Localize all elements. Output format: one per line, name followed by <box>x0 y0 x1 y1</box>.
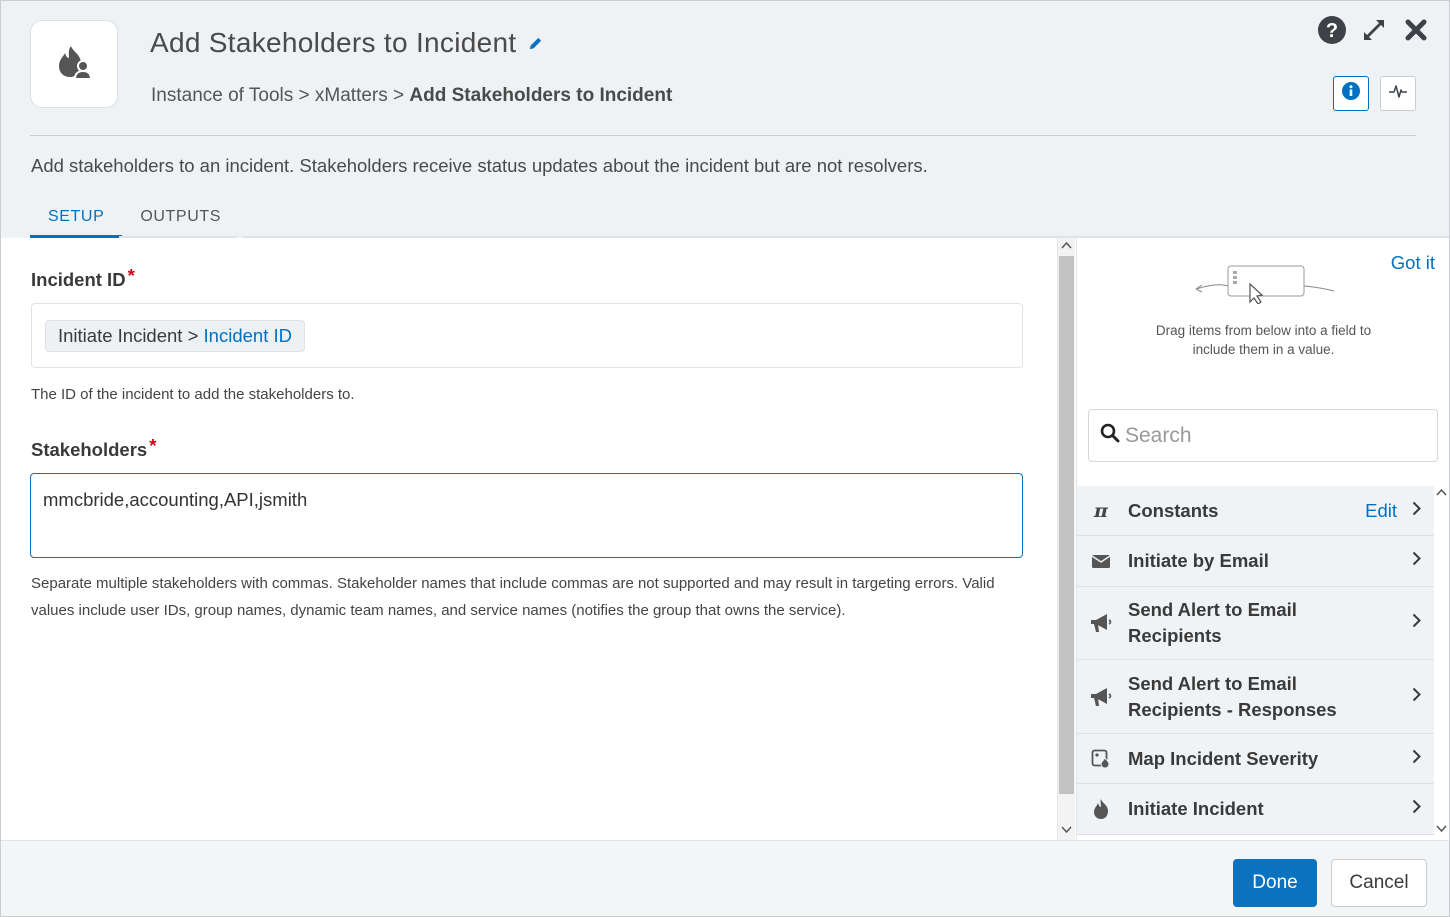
pi-icon: π <box>1089 499 1113 523</box>
help-icon[interactable]: ? <box>1317 15 1347 45</box>
list-item-initiate-by-email[interactable]: Initiate by Email <box>1077 536 1435 587</box>
breadcrumb-item-current: Add Stakeholders to Incident <box>409 85 673 106</box>
tab-bar: SETUP OUTPUTS <box>30 198 239 238</box>
pencil-icon[interactable] <box>528 36 543 51</box>
list-item-label-line: Send Alert to Email <box>1128 672 1297 694</box>
stakeholders-field[interactable]: mmcbride,accounting,API,jsmith <box>30 473 1023 558</box>
envelope-icon <box>1089 549 1113 573</box>
list-item-constants[interactable]: π Constants Edit <box>1077 486 1435 536</box>
page-title: Add Stakeholders to Incident <box>150 27 543 59</box>
close-icon[interactable] <box>1401 15 1431 45</box>
fire-icon <box>1089 797 1113 821</box>
page-title-text: Add Stakeholders to Incident <box>150 27 517 58</box>
token-field: Incident ID <box>203 325 292 346</box>
chevron-right-icon <box>1412 613 1421 633</box>
window-controls: ? <box>1317 15 1431 45</box>
header-divider <box>30 135 1416 136</box>
incident-id-token[interactable]: Initiate Incident > Incident ID <box>45 320 305 352</box>
step-description: Add stakeholders to an incident. Stakeho… <box>31 155 928 176</box>
tab-outputs[interactable]: OUTPUTS <box>122 198 239 238</box>
activity-icon <box>1388 83 1408 104</box>
chevron-right-icon <box>1412 501 1421 521</box>
stakeholders-help: Separate multiple stakeholders with comm… <box>31 575 995 619</box>
breadcrumb-separator: > <box>293 85 315 106</box>
stakeholders-label: Stakeholders * <box>31 435 156 461</box>
required-marker: * <box>127 265 135 286</box>
expand-icon[interactable] <box>1359 15 1389 45</box>
search-input[interactable] <box>1125 423 1425 448</box>
done-button[interactable]: Done <box>1233 859 1317 907</box>
scroll-up-arrow-icon[interactable] <box>1061 241 1072 252</box>
incident-id-label-text: Incident ID <box>31 269 126 290</box>
map-severity-icon <box>1089 747 1113 771</box>
list-item-label: Send Alert to Email Recipients - Response… <box>1128 671 1337 723</box>
list-item-label: Initiate Incident <box>1128 798 1264 819</box>
list-item-label-line: Send Alert to Email <box>1128 599 1297 620</box>
incident-id-label: Incident ID * <box>31 265 135 291</box>
info-button[interactable] <box>1333 76 1369 111</box>
chevron-right-icon <box>1412 687 1421 707</box>
dialog-footer: Done Cancel <box>1 840 1449 916</box>
list-item-label-line: Recipients <box>1128 625 1222 646</box>
drag-hint-line: include them in a value. <box>1192 341 1335 357</box>
list-item-label: Map Incident Severity <box>1128 747 1319 769</box>
stakeholders-label-text: Stakeholders <box>31 439 148 460</box>
scroll-down-arrow-icon[interactable] <box>1436 825 1447 836</box>
data-source-list: π Constants Edit Initiate by Email Send … <box>1077 486 1435 835</box>
megaphone-icon <box>1089 685 1113 709</box>
data-panel: Got it Drag items from below into a fiel… <box>1076 238 1449 840</box>
form-scrollbar[interactable] <box>1057 238 1075 840</box>
list-scrollbar[interactable] <box>1434 485 1449 840</box>
token-source: Initiate Incident <box>58 325 183 346</box>
svg-text:π: π <box>1093 502 1109 520</box>
list-item-send-alert-responses[interactable]: Send Alert to Email Recipients - Response… <box>1077 660 1435 734</box>
list-item-initiate-incident[interactable]: Initiate Incident <box>1077 784 1435 835</box>
got-it-link[interactable]: Got it <box>1391 252 1435 274</box>
required-marker: * <box>149 435 157 456</box>
list-item-label: Send Alert to Email Recipients <box>1128 597 1297 649</box>
search-icon <box>1100 423 1120 448</box>
megaphone-icon <box>1089 611 1113 635</box>
setup-form: Incident ID * Initiate Incident > Inciden… <box>1 238 1057 840</box>
drag-hint-line: Drag items from below into a field to <box>1155 323 1372 338</box>
dialog-header: Add Stakeholders to Incident Instance of… <box>1 1 1449 238</box>
chevron-right-icon <box>1412 749 1421 769</box>
tab-setup[interactable]: SETUP <box>30 198 123 238</box>
breadcrumb: Instance of Tools > xMatters > Add Stake… <box>151 85 672 107</box>
svg-text:?: ? <box>1326 20 1338 42</box>
list-item-label-line: Recipients - Responses <box>1128 698 1337 720</box>
list-item-label: Constants <box>1128 499 1219 521</box>
breadcrumb-item-xmatters[interactable]: xMatters <box>315 85 388 106</box>
scroll-down-arrow-icon[interactable] <box>1061 826 1072 837</box>
scrollbar-thumb[interactable] <box>1059 256 1074 794</box>
chevron-right-icon <box>1412 551 1421 571</box>
list-item-label: Initiate by Email <box>1128 550 1269 571</box>
constants-edit-link[interactable]: Edit <box>1365 500 1397 522</box>
info-icon <box>1342 82 1360 105</box>
step-icon-tile <box>30 20 118 108</box>
scroll-up-arrow-icon[interactable] <box>1436 488 1447 499</box>
list-item-send-alert[interactable]: Send Alert to Email Recipients <box>1077 587 1435 660</box>
incident-id-help: The ID of the incident to add the stakeh… <box>31 386 355 403</box>
cancel-button[interactable]: Cancel <box>1331 859 1427 907</box>
panel-search <box>1088 409 1438 462</box>
fire-user-icon <box>54 42 94 87</box>
incident-id-field[interactable]: Initiate Incident > Incident ID <box>31 303 1023 368</box>
token-separator: > <box>182 325 204 346</box>
activity-button[interactable] <box>1380 76 1416 111</box>
drag-hint: Drag items from below into a field to in… <box>1077 322 1449 359</box>
breadcrumb-item-instance[interactable]: Instance of Tools <box>151 85 293 106</box>
breadcrumb-separator: > <box>387 85 410 106</box>
step-config-dialog: Add Stakeholders to Incident Instance of… <box>0 0 1450 917</box>
chevron-right-icon <box>1412 799 1421 819</box>
list-item-map-incident-severity[interactable]: Map Incident Severity <box>1077 734 1435 784</box>
drag-illustration-icon <box>1192 262 1338 309</box>
